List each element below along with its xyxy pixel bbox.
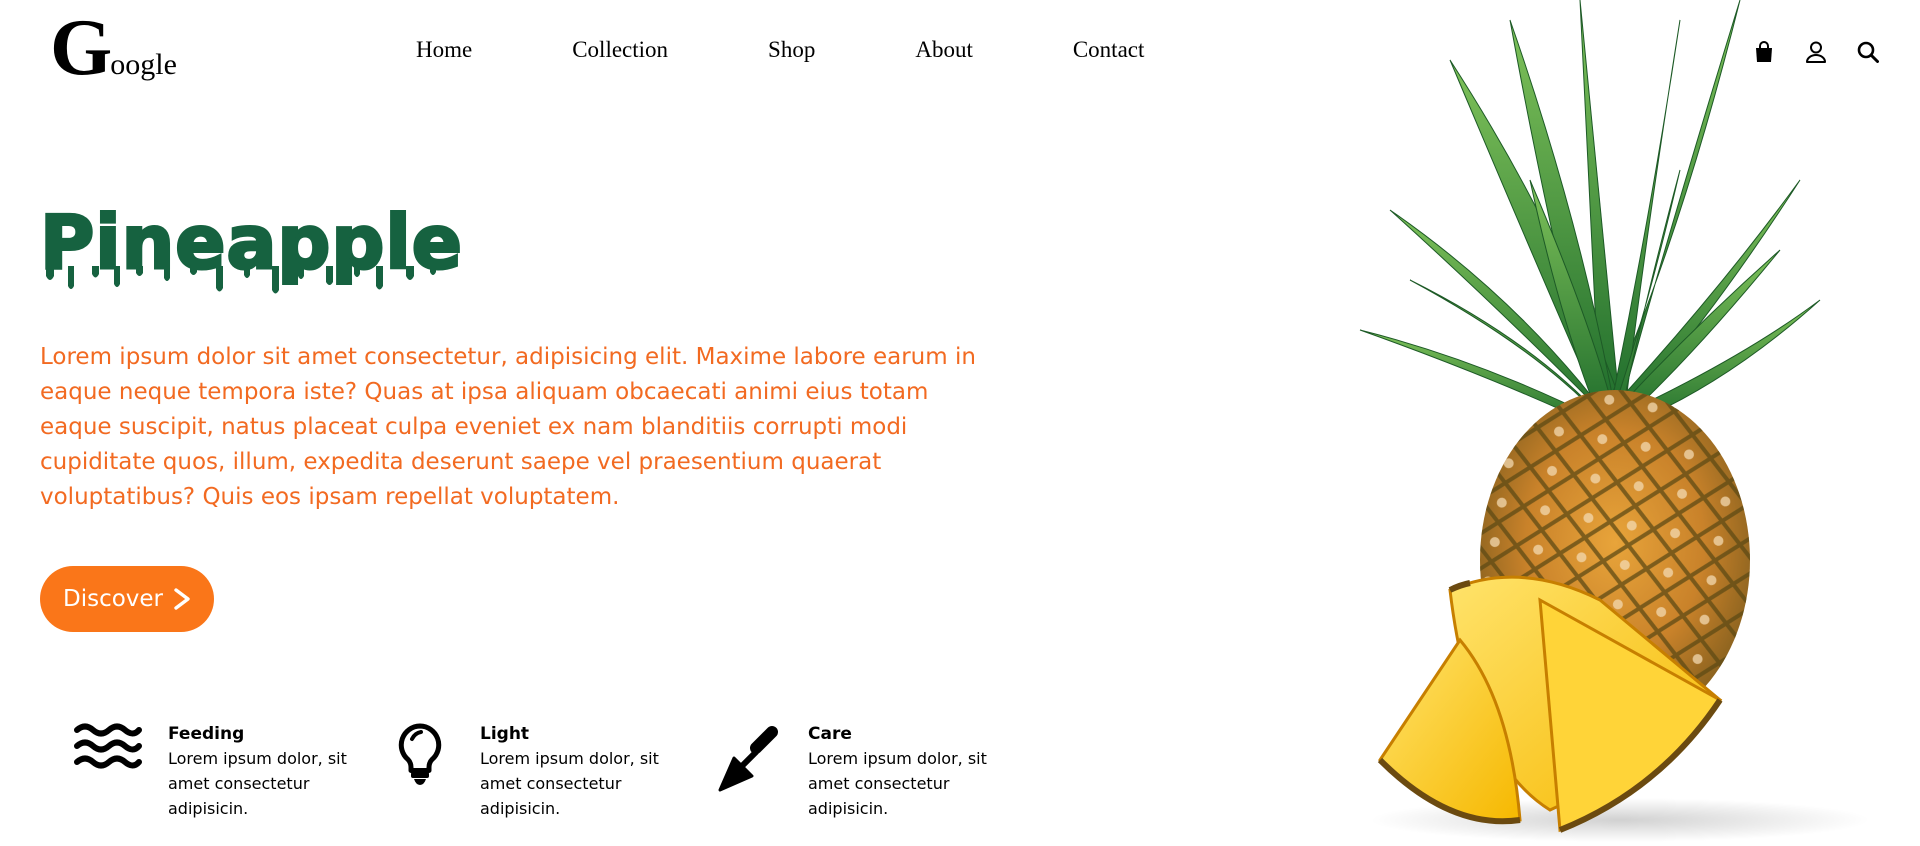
feature-description: Lorem ipsum dolor, sit amet consectetur …	[168, 749, 347, 818]
main-nav: Home Collection Shop About Contact	[416, 36, 1144, 64]
title-drips	[46, 266, 436, 294]
nav-item-about[interactable]: About	[915, 36, 973, 64]
feature-description: Lorem ipsum dolor, sit amet consectetur …	[808, 749, 987, 818]
feature-light: Light Lorem ipsum dolor, sit amet consec…	[384, 722, 670, 821]
logo-rest: oogle	[110, 48, 177, 81]
nav-item-shop[interactable]: Shop	[768, 36, 815, 64]
nav-item-home[interactable]: Home	[416, 36, 472, 64]
discover-button-label: Discover	[62, 586, 164, 612]
waves-icon	[72, 722, 144, 794]
feature-description: Lorem ipsum dolor, sit amet consectetur …	[480, 749, 659, 818]
feature-title: Light	[480, 724, 530, 744]
landing-page: G oogle Home Collection Shop About Conta…	[0, 0, 1920, 846]
feature-title: Care	[808, 724, 852, 744]
logo-first-letter: G	[50, 4, 113, 92]
logo[interactable]: G oogle	[50, 4, 177, 92]
trowel-icon	[712, 722, 784, 794]
discover-button[interactable]: Discover	[40, 566, 214, 632]
lightbulb-icon	[384, 722, 456, 794]
feature-feeding: Feeding Lorem ipsum dolor, sit amet cons…	[72, 722, 358, 821]
pineapple-image	[1359, 0, 1870, 842]
feature-title: Feeding	[168, 724, 245, 744]
chevron-right-icon	[173, 588, 191, 610]
nav-item-contact[interactable]: Contact	[1073, 36, 1145, 64]
nav-item-collection[interactable]: Collection	[572, 36, 668, 64]
feature-care: Care Lorem ipsum dolor, sit amet consect…	[712, 722, 998, 821]
hero-description: Lorem ipsum dolor sit amet consectetur, …	[40, 344, 976, 510]
